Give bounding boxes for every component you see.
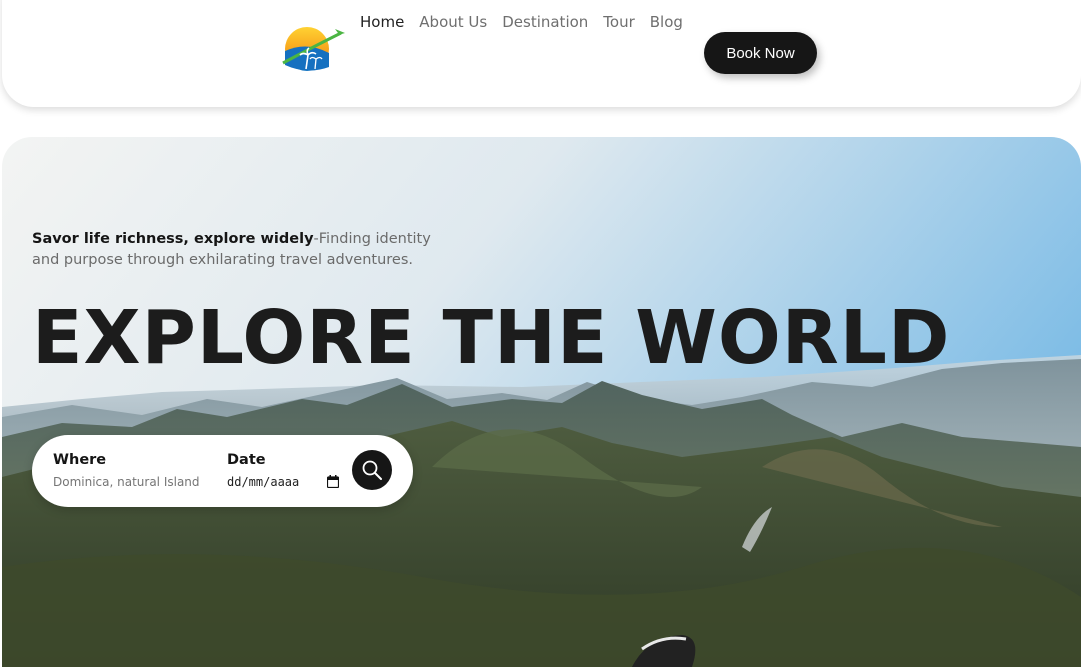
header: Home About Us Destination Tour Blog Book… bbox=[2, 0, 1081, 107]
search-bar: Where Date dd/mm/aaaa bbox=[32, 435, 413, 507]
nav-destination[interactable]: Destination bbox=[502, 13, 588, 31]
search-button[interactable] bbox=[352, 450, 392, 490]
nav-tour[interactable]: Tour bbox=[603, 13, 634, 31]
book-now-button[interactable]: Book Now bbox=[704, 32, 817, 74]
hero-tagline: Savor life richness, explore widely-Find… bbox=[32, 229, 462, 271]
hero: Savor life richness, explore widely-Find… bbox=[2, 137, 1081, 667]
date-label: Date bbox=[227, 452, 266, 468]
hero-background-image bbox=[2, 137, 1081, 667]
date-placeholder: dd/mm/aaaa bbox=[227, 475, 300, 489]
tagline-bold: Savor life richness, explore widely bbox=[32, 231, 314, 247]
nav-home[interactable]: Home bbox=[360, 13, 404, 31]
where-label: Where bbox=[53, 452, 107, 468]
search-icon bbox=[362, 460, 382, 480]
hero-title: EXPLORE THE WORLD bbox=[32, 295, 951, 381]
logo[interactable] bbox=[279, 25, 347, 73]
main-nav: Home About Us Destination Tour Blog bbox=[360, 13, 683, 31]
calendar-icon[interactable] bbox=[327, 475, 339, 488]
where-input[interactable] bbox=[53, 475, 213, 489]
date-input[interactable]: dd/mm/aaaa bbox=[227, 475, 339, 489]
nav-blog[interactable]: Blog bbox=[650, 13, 683, 31]
nav-about-us[interactable]: About Us bbox=[419, 13, 487, 31]
